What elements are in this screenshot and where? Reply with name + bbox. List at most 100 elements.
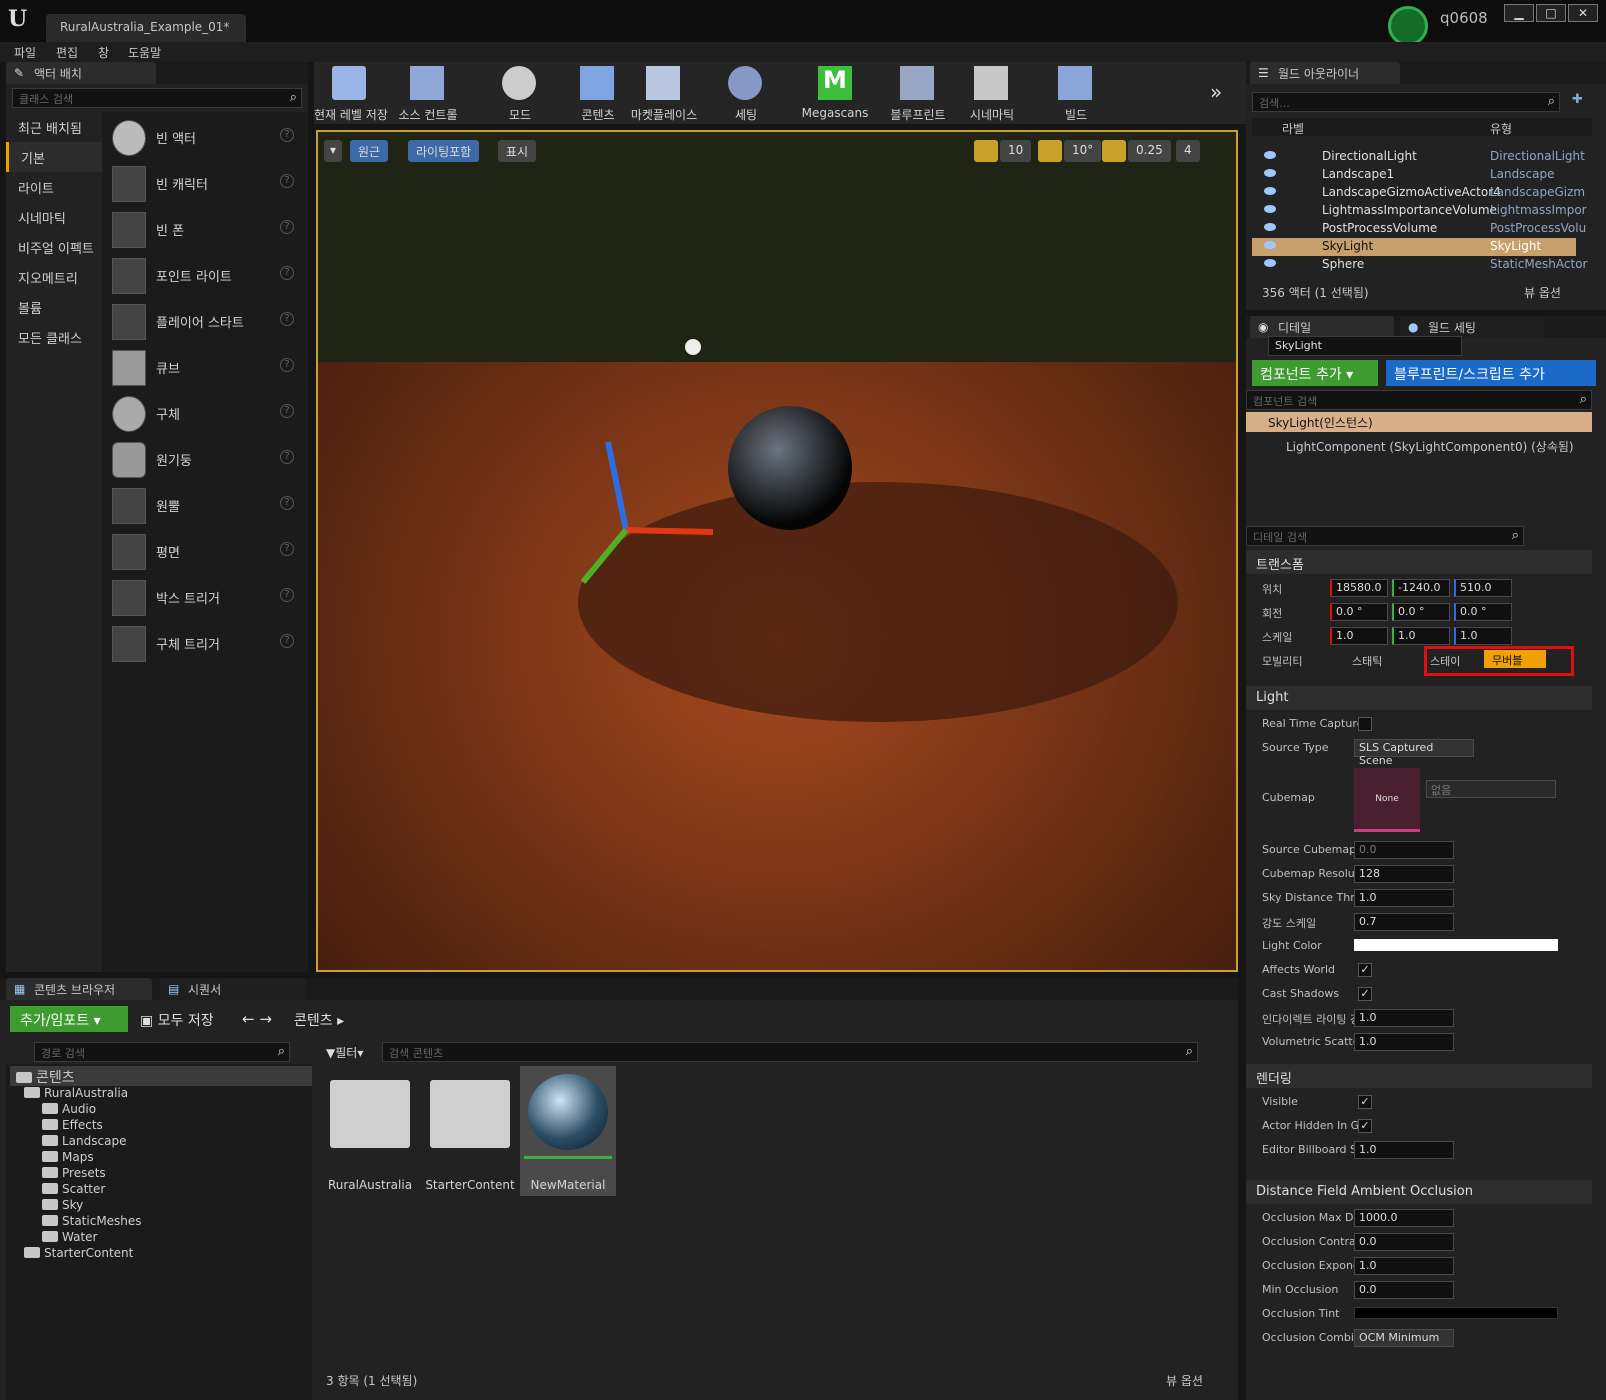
content-search-input[interactable]: 검색 콘텐츠 ⌕ bbox=[382, 1042, 1198, 1062]
hidden-in-game-checkbox[interactable]: ✓ bbox=[1358, 1119, 1372, 1133]
light-color-swatch[interactable] bbox=[1354, 939, 1558, 951]
back-forward-icon[interactable]: ← → bbox=[242, 1010, 272, 1028]
document-tab[interactable]: RuralAustralia_Example_01* bbox=[46, 14, 246, 42]
rotation-snap-value[interactable]: 10° bbox=[1064, 140, 1102, 162]
maximize-button[interactable]: □ bbox=[1536, 4, 1566, 22]
help-icon[interactable]: ? bbox=[280, 220, 294, 234]
category-lights[interactable]: 라이트 bbox=[6, 172, 102, 202]
category-all-classes[interactable]: 모든 클래스 bbox=[6, 322, 102, 352]
tree-folder[interactable]: Presets bbox=[24, 1166, 142, 1182]
tree-root[interactable]: 콘텐츠 bbox=[10, 1066, 312, 1086]
lighting-mode-button[interactable]: 라이팅포함 bbox=[408, 140, 480, 162]
view-options-button[interactable]: 뷰 옵션 bbox=[1524, 284, 1561, 301]
megascans-button[interactable]: M Megascans bbox=[788, 62, 882, 124]
section-transform[interactable]: 트랜스폼 bbox=[1246, 550, 1592, 574]
outliner-row[interactable]: DirectionalLight DirectionalLight bbox=[1252, 148, 1592, 166]
save-level-button[interactable]: 현재 레벨 저장 bbox=[314, 62, 388, 124]
marketplace-button[interactable]: 마켓플레이스 bbox=[628, 62, 700, 124]
category-recent[interactable]: 최근 배치됨 bbox=[6, 112, 102, 142]
visibility-eye-icon[interactable] bbox=[1264, 151, 1276, 159]
occlusion-tint-swatch[interactable] bbox=[1354, 1307, 1558, 1319]
outliner-search-input[interactable]: 검색... ⌕ bbox=[1252, 92, 1560, 112]
tree-folder[interactable]: Maps bbox=[24, 1150, 142, 1166]
help-icon[interactable]: ? bbox=[280, 174, 294, 188]
section-distance-field-ao[interactable]: Distance Field Ambient Occlusion bbox=[1246, 1180, 1592, 1204]
outliner-row[interactable]: Landscape1 Landscape bbox=[1252, 166, 1592, 184]
tab-world-settings[interactable]: ● 월드 세팅 bbox=[1400, 316, 1544, 338]
component-search-input[interactable]: 컴포넌트 검색 ⌕ bbox=[1246, 390, 1592, 410]
visibility-eye-icon[interactable] bbox=[1264, 169, 1276, 177]
tree-folder[interactable]: Landscape bbox=[24, 1134, 142, 1150]
add-import-button[interactable]: 추가/임포트 ▾ bbox=[10, 1006, 128, 1032]
help-icon[interactable]: ? bbox=[280, 266, 294, 280]
outliner-row[interactable]: PostProcessVolume PostProcessVolu bbox=[1252, 220, 1592, 238]
detail-search-input[interactable]: 디테일 검색 ⌕ bbox=[1246, 526, 1524, 546]
class-search-input[interactable]: 클래스 검색 ⌕ bbox=[12, 88, 302, 108]
path-breadcrumb[interactable]: 콘텐츠 ▸ bbox=[294, 1010, 344, 1030]
scale-snap-icon[interactable] bbox=[1102, 140, 1126, 162]
help-icon[interactable]: ? bbox=[280, 358, 294, 372]
add-folder-icon[interactable]: ✚ bbox=[1572, 92, 1583, 107]
place-item-point-light[interactable]: 포인트 라이트? bbox=[110, 254, 304, 298]
tab-sequencer[interactable]: ▤ 시퀀서 bbox=[160, 978, 306, 1000]
visibility-eye-icon[interactable] bbox=[1264, 259, 1276, 267]
section-light[interactable]: Light bbox=[1246, 686, 1592, 710]
grid-snap-value[interactable]: 10 bbox=[1000, 140, 1032, 162]
category-cinematic[interactable]: 시네마틱 bbox=[6, 202, 102, 232]
place-item-empty-pawn[interactable]: 빈 폰? bbox=[110, 208, 304, 252]
perspective-button[interactable]: 원근 bbox=[350, 140, 389, 162]
place-item-plane[interactable]: 평면? bbox=[110, 530, 304, 574]
visibility-eye-icon[interactable] bbox=[1264, 223, 1276, 231]
toolbar-overflow-icon[interactable]: » bbox=[1210, 80, 1222, 104]
help-icon[interactable]: ? bbox=[280, 128, 294, 142]
build-button[interactable]: 빌드 bbox=[1040, 62, 1112, 124]
tab-place-actors[interactable]: ✎ 액터 배치 bbox=[6, 62, 156, 84]
place-item-box-trigger[interactable]: 박스 트리거? bbox=[110, 576, 304, 620]
tree-folder[interactable]: Effects bbox=[24, 1118, 142, 1134]
show-button[interactable]: 표시 bbox=[498, 140, 537, 162]
add-blueprint-button[interactable]: 블루프린트/스크립트 추가 bbox=[1386, 360, 1596, 386]
menu-file[interactable]: 파일 bbox=[14, 44, 36, 61]
source-type-dropdown[interactable]: SLS Captured Scene bbox=[1354, 739, 1474, 767]
level-viewport[interactable]: ▾ 원근 라이팅포함 표시 10 10° 0.25 4 bbox=[316, 130, 1238, 972]
cast-shadows-checkbox[interactable]: ✓ bbox=[1358, 987, 1372, 1001]
occlusion-combine-dropdown[interactable]: OCM Minimum bbox=[1354, 1329, 1454, 1347]
help-icon[interactable]: ? bbox=[280, 588, 294, 602]
outliner-row-selected[interactable]: SkyLight SkyLight bbox=[1252, 238, 1576, 256]
component-instance-row[interactable]: SkyLight(인스턴스) bbox=[1246, 412, 1592, 432]
minimize-button[interactable]: ▁ bbox=[1504, 4, 1534, 22]
section-rendering[interactable]: 렌더링 bbox=[1246, 1064, 1592, 1088]
category-geometry[interactable]: 지오메트리 bbox=[6, 262, 102, 292]
place-item-player-start[interactable]: 플레이어 스타트? bbox=[110, 300, 304, 344]
cinematics-button[interactable]: 시네마틱 bbox=[956, 62, 1028, 124]
outliner-row[interactable]: Sphere StaticMeshActor bbox=[1252, 256, 1592, 274]
visibility-eye-icon[interactable] bbox=[1264, 205, 1276, 213]
place-item-sphere-trigger[interactable]: 구체 트리거? bbox=[110, 622, 304, 666]
help-icon[interactable]: ? bbox=[280, 450, 294, 464]
camera-speed-value[interactable]: 4 bbox=[1176, 140, 1200, 162]
grid-snap-icon[interactable] bbox=[974, 140, 998, 162]
outliner-row[interactable]: LandscapeGizmoActiveActor4 LandscapeGizm bbox=[1252, 184, 1592, 202]
menu-edit[interactable]: 편집 bbox=[56, 44, 78, 61]
visible-checkbox[interactable]: ✓ bbox=[1358, 1095, 1372, 1109]
asset-folder[interactable]: RuralAustralia bbox=[322, 1066, 418, 1196]
category-basic[interactable]: 기본 bbox=[6, 142, 102, 172]
content-button[interactable]: 콘텐츠 bbox=[562, 62, 634, 124]
tab-details[interactable]: ◉ 디테일 bbox=[1250, 316, 1394, 338]
mobility-static[interactable]: 스태틱 bbox=[1352, 653, 1382, 669]
filter-button[interactable]: ▼필터▾ bbox=[326, 1044, 363, 1061]
rotation-snap-icon[interactable] bbox=[1038, 140, 1062, 162]
settings-button[interactable]: 세팅 bbox=[710, 62, 782, 124]
tree-folder[interactable]: Sky bbox=[24, 1198, 142, 1214]
cubemap-asset-picker[interactable]: 없음 bbox=[1426, 780, 1556, 798]
tree-folder[interactable]: Water bbox=[24, 1230, 142, 1246]
place-item-cube[interactable]: 큐브? bbox=[110, 346, 304, 390]
modes-button[interactable]: 모드 bbox=[484, 62, 556, 124]
help-icon[interactable]: ? bbox=[280, 496, 294, 510]
visibility-eye-icon[interactable] bbox=[1264, 187, 1276, 195]
affects-world-checkbox[interactable]: ✓ bbox=[1358, 963, 1372, 977]
help-icon[interactable]: ? bbox=[280, 404, 294, 418]
place-item-sphere[interactable]: 구체? bbox=[110, 392, 304, 436]
menu-help[interactable]: 도움말 bbox=[128, 44, 161, 61]
viewport-options-button[interactable]: ▾ bbox=[324, 140, 343, 162]
